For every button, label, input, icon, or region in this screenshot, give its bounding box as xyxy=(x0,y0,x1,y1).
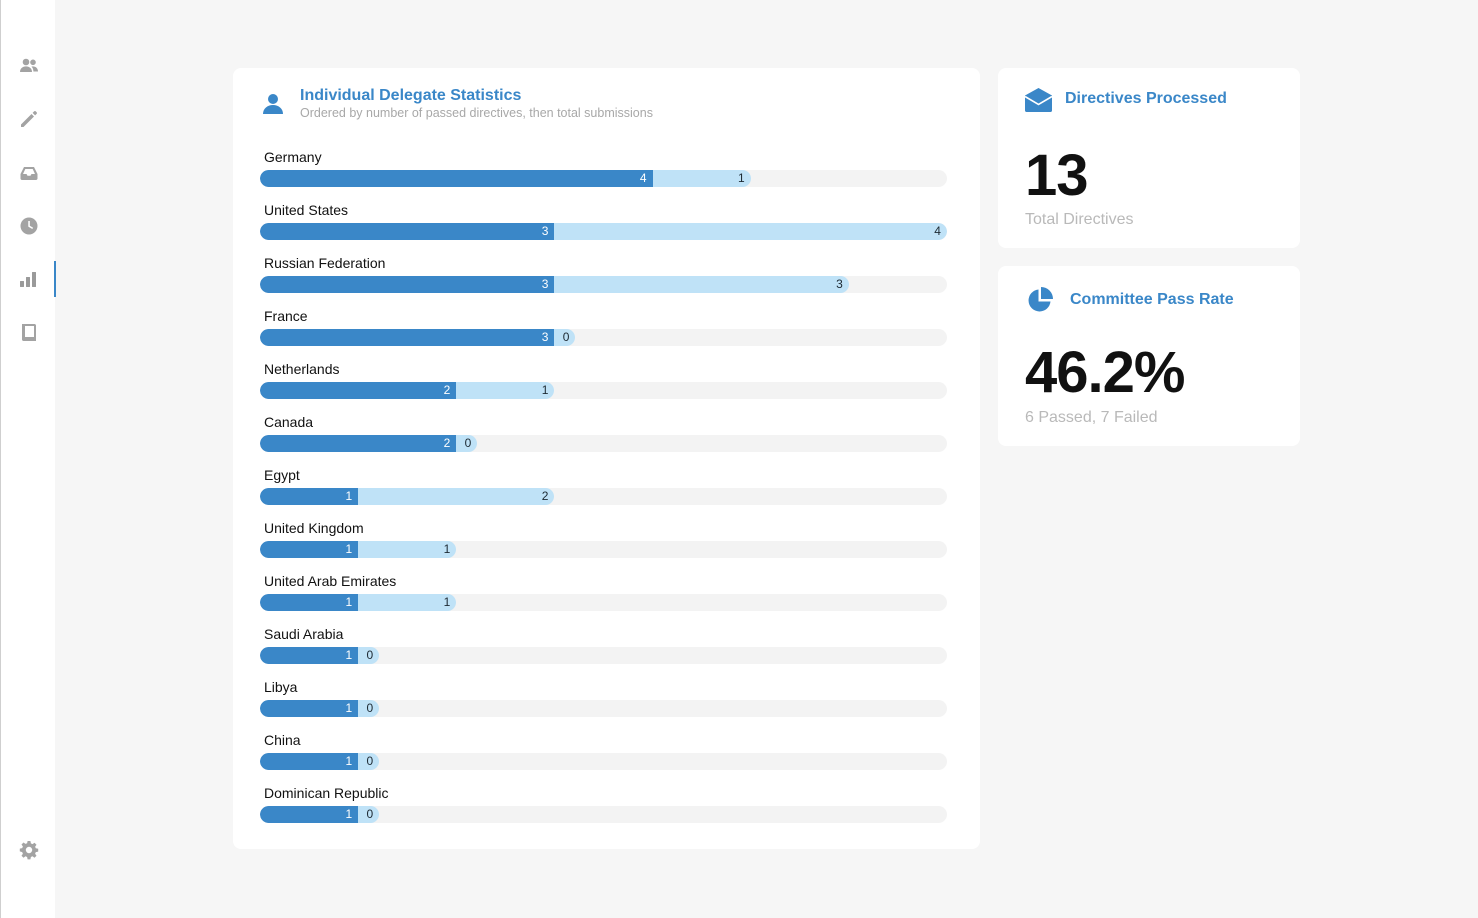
bar-track: 10 xyxy=(260,753,947,770)
bar-track: 12 xyxy=(260,488,947,505)
delegate-name: China xyxy=(264,732,301,748)
passed-bar: 4 xyxy=(260,170,653,187)
delegate-row: France 3 0 xyxy=(260,307,947,360)
failed-bar: 0 xyxy=(358,647,380,664)
delegate-name: Libya xyxy=(264,679,298,695)
delegate-name: Canada xyxy=(264,414,314,430)
bar-chart-icon xyxy=(19,272,36,287)
delegate-name: Dominican Republic xyxy=(264,785,389,801)
failed-bar: 0 xyxy=(358,700,380,717)
pencil-icon xyxy=(20,111,37,127)
passed-bar: 1 xyxy=(260,594,359,611)
delegate-row: Russian Federation 3 3 xyxy=(260,254,947,307)
delegate-row: Netherlands 2 1 xyxy=(260,360,947,413)
user-icon xyxy=(261,92,285,121)
passed-bar: 1 xyxy=(260,753,359,770)
passed-bar: 1 xyxy=(260,488,359,505)
delegate-row: United States 3 4 xyxy=(260,201,947,254)
delegate-name: Egypt xyxy=(264,467,300,483)
pass-rate-value: 46.2% xyxy=(1025,340,1185,405)
bar-track: 30 xyxy=(260,329,947,346)
delegate-name: United Arab Emirates xyxy=(264,573,397,589)
users-icon xyxy=(19,58,38,72)
failed-bar: 2 xyxy=(358,488,555,505)
committee-pass-rate-card: Committee Pass Rate 46.2% 6 Passed, 7 Fa… xyxy=(998,266,1300,446)
nav-history[interactable] xyxy=(1,208,56,244)
bar-track: 41 xyxy=(260,170,947,187)
delegate-row: Dominican Republic 1 0 xyxy=(260,784,947,837)
delegate-bar-chart: Germany 4 1 United States 3 4 Russian Federati… xyxy=(260,148,947,837)
delegate-row: Libya 1 0 xyxy=(260,678,947,731)
pie-chart-icon xyxy=(1026,286,1054,319)
delegate-row: Egypt 1 2 xyxy=(260,466,947,519)
gear-icon xyxy=(19,841,38,860)
delegate-row: United Kingdom 1 1 xyxy=(260,519,947,572)
settings-button[interactable] xyxy=(1,832,56,868)
delegate-name: France xyxy=(264,308,308,324)
nav-inbox[interactable] xyxy=(1,155,56,191)
delegate-name: Germany xyxy=(264,149,322,165)
bar-track: 21 xyxy=(260,382,947,399)
nav-guide[interactable] xyxy=(1,314,56,350)
passed-bar: 1 xyxy=(260,700,359,717)
passed-bar: 2 xyxy=(260,435,457,452)
delegate-row: Germany 4 1 xyxy=(260,148,947,201)
delegate-row: Canada 2 0 xyxy=(260,413,947,466)
passed-bar: 2 xyxy=(260,382,457,399)
delegate-statistics-card: Individual Delegate Statistics Ordered b… xyxy=(233,68,980,849)
failed-bar: 1 xyxy=(358,594,457,611)
delegate-name: Netherlands xyxy=(264,361,340,377)
passed-bar: 1 xyxy=(260,541,359,558)
bar-track: 11 xyxy=(260,541,947,558)
passed-bar: 3 xyxy=(260,329,555,346)
delegate-name: United States xyxy=(264,202,349,218)
nav-statistics[interactable] xyxy=(1,261,56,297)
failed-bar: 1 xyxy=(358,541,457,558)
failed-bar: 0 xyxy=(456,435,478,452)
nav-edit[interactable] xyxy=(1,101,56,137)
nav-delegates[interactable] xyxy=(1,48,56,84)
delegate-row: China 1 0 xyxy=(260,731,947,784)
bar-track: 10 xyxy=(260,647,947,664)
passed-bar: 1 xyxy=(260,647,359,664)
total-directives-caption: Total Directives xyxy=(1025,211,1134,228)
failed-bar: 3 xyxy=(554,276,849,293)
delegate-name: Saudi Arabia xyxy=(264,626,344,642)
delegate-row: Saudi Arabia 1 0 xyxy=(260,625,947,678)
book-icon xyxy=(21,324,36,341)
failed-bar: 1 xyxy=(652,170,751,187)
inbox-icon xyxy=(20,167,37,180)
passed-bar: 3 xyxy=(260,276,555,293)
bar-track: 20 xyxy=(260,435,947,452)
sidebar xyxy=(0,0,56,918)
stats-title: Individual Delegate Statistics xyxy=(300,87,522,104)
pass-rate-title: Committee Pass Rate xyxy=(1070,291,1234,308)
directives-title: Directives Processed xyxy=(1065,90,1227,107)
clock-icon xyxy=(19,217,37,235)
envelope-icon xyxy=(1024,87,1053,118)
bar-track: 34 xyxy=(260,223,947,240)
failed-bar: 0 xyxy=(358,806,380,823)
bar-track: 11 xyxy=(260,594,947,611)
stats-subtitle: Ordered by number of passed directives, … xyxy=(300,106,653,120)
delegate-name: Russian Federation xyxy=(264,255,386,271)
failed-bar: 1 xyxy=(456,382,555,399)
passed-bar: 3 xyxy=(260,223,555,240)
delegate-row: United Arab Emirates 1 1 xyxy=(260,572,947,625)
failed-bar: 0 xyxy=(554,329,576,346)
pass-rate-caption: 6 Passed, 7 Failed xyxy=(1025,409,1158,426)
bar-track: 10 xyxy=(260,700,947,717)
passed-bar: 1 xyxy=(260,806,359,823)
delegate-name: United Kingdom xyxy=(264,520,364,536)
failed-bar: 0 xyxy=(358,753,380,770)
bar-track: 33 xyxy=(260,276,947,293)
bar-track: 10 xyxy=(260,806,947,823)
directives-processed-card: Directives Processed 13 Total Directives xyxy=(998,68,1300,248)
failed-bar: 4 xyxy=(554,223,947,240)
total-directives-value: 13 xyxy=(1025,143,1089,208)
